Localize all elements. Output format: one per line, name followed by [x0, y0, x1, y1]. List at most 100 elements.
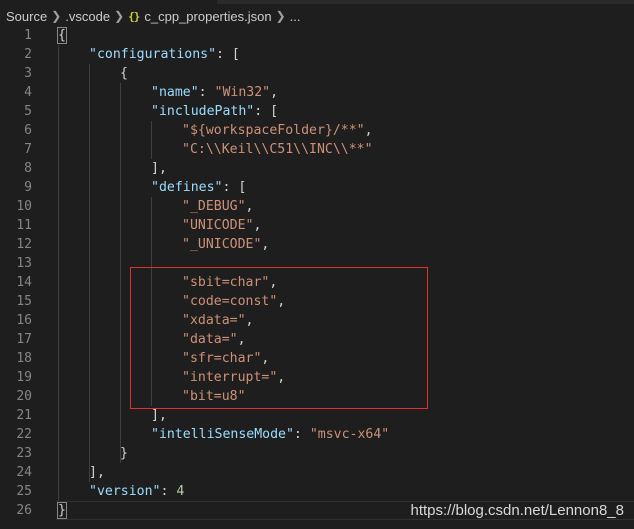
line-code: { — [57, 26, 67, 45]
json-string: "sfr=char" — [182, 351, 262, 366]
json-punctuation: , — [364, 123, 373, 138]
json-punctuation: : — [160, 484, 177, 499]
json-punctuation: : [ — [216, 47, 240, 62]
json-punctuation: , — [277, 370, 286, 385]
json-string: "code=const" — [182, 294, 278, 309]
line-code: "version": 4 — [89, 482, 184, 501]
json-punctuation: , — [261, 237, 270, 252]
json-string: "xdata=" — [182, 313, 246, 328]
json-punctuation: { — [57, 27, 67, 44]
json-punctuation: : — [293, 427, 310, 442]
code-line: 14 "sbit=char", — [0, 273, 634, 292]
json-punctuation: : [ — [254, 104, 279, 119]
line-code: "sbit=char", — [182, 273, 277, 292]
line-code: "xdata=", — [182, 311, 253, 330]
line-number: 23 — [16, 446, 32, 461]
json-number: 4 — [176, 484, 185, 499]
line-number: 22 — [16, 427, 32, 442]
code-line: 11 "UNICODE", — [0, 216, 634, 235]
json-string: "_UNICODE" — [182, 237, 262, 252]
json-key: "configurations" — [89, 47, 217, 62]
json-punctuation: , — [270, 85, 279, 100]
code-line: 12 "_UNICODE", — [0, 235, 634, 254]
line-number: 12 — [16, 237, 32, 252]
line-code: } — [57, 501, 67, 520]
code-line: 19 "interrupt=", — [0, 368, 634, 387]
code-line: 15 "code=const", — [0, 292, 634, 311]
line-number: 13 — [16, 256, 32, 271]
line-number: 25 — [16, 484, 32, 499]
chevron-right-icon: ❯ — [275, 9, 286, 23]
json-string: "${workspaceFolder}/**" — [182, 123, 365, 138]
json-punctuation: ], — [89, 465, 105, 480]
line-number: 19 — [16, 370, 32, 385]
breadcrumb-item-source[interactable]: Source — [6, 9, 47, 24]
line-number: 3 — [24, 66, 32, 81]
json-punctuation: , — [269, 275, 278, 290]
json-punctuation: : [ — [222, 180, 247, 195]
line-code: "name": "Win32", — [151, 83, 278, 102]
line-code: "includePath": [ — [151, 102, 278, 121]
code-line: 6 "${workspaceFolder}/**", — [0, 121, 634, 140]
line-number: 20 — [16, 389, 32, 404]
code-line: 21], — [0, 406, 634, 425]
code-line: 10 "_DEBUG", — [0, 197, 634, 216]
code-line: 16 "xdata=", — [0, 311, 634, 330]
line-code: "bit=u8" — [182, 387, 246, 406]
line-number: 17 — [16, 332, 32, 347]
json-string: "C:\\Keil\\C51\\INC\\**" — [182, 142, 373, 157]
code-line: 4 "name": "Win32", — [0, 83, 634, 102]
line-number: 6 — [24, 123, 32, 138]
json-punctuation: } — [57, 502, 67, 519]
watermark: https://blog.csdn.net/Lennon8_8 — [410, 502, 624, 519]
line-code: ], — [151, 406, 167, 425]
json-string: "Win32" — [214, 85, 271, 100]
json-string: "interrupt=" — [182, 370, 278, 385]
json-string: "data=" — [182, 332, 238, 347]
breadcrumb-item-vscode[interactable]: .vscode — [65, 9, 110, 24]
line-code: "defines": [ — [151, 178, 246, 197]
json-string: "bit=u8" — [182, 389, 246, 404]
json-punctuation: , — [245, 313, 254, 328]
line-code: "${workspaceFolder}/**", — [182, 121, 373, 140]
line-number: 7 — [24, 142, 32, 157]
line-code: "interrupt=", — [182, 368, 285, 387]
code-line: 22 "intelliSenseMode": "msvc-x64" — [0, 425, 634, 444]
chevron-right-icon: ❯ — [114, 9, 125, 23]
code-line: 1{ — [0, 26, 634, 45]
line-code: "_UNICODE", — [182, 235, 269, 254]
json-key: "version" — [89, 484, 161, 499]
line-code: ], — [151, 159, 167, 178]
line-code: "C:\\Keil\\C51\\INC\\**" — [182, 140, 373, 159]
json-key: "name" — [151, 85, 199, 100]
code-line: 13 — [0, 254, 634, 273]
code-line: 23} — [0, 444, 634, 463]
json-punctuation: , — [237, 332, 246, 347]
line-number: 9 — [24, 180, 32, 195]
line-code: "_DEBUG", — [182, 197, 253, 216]
breadcrumb-item-symbols[interactable]: ... — [290, 9, 301, 24]
code-line: 7 "C:\\Keil\\C51\\INC\\**" — [0, 140, 634, 159]
line-number: 1 — [24, 28, 32, 43]
code-editor[interactable]: 1{2 "configurations": [3{4 "name": "Win32"… — [0, 26, 634, 529]
line-code: "code=const", — [182, 292, 285, 311]
json-string: "sbit=char" — [182, 275, 270, 290]
line-number: 16 — [16, 313, 32, 328]
json-punctuation: : — [198, 85, 215, 100]
json-punctuation: ], — [151, 408, 167, 423]
code-line: 8], — [0, 159, 634, 178]
json-key: "includePath" — [151, 104, 255, 119]
line-number: 26 — [16, 503, 32, 518]
json-key: "intelliSenseMode" — [151, 427, 294, 442]
line-number: 2 — [24, 47, 32, 62]
breadcrumb-item-file[interactable]: c_cpp_properties.json — [144, 9, 271, 24]
chevron-right-icon: ❯ — [51, 9, 62, 23]
line-code: "UNICODE", — [182, 216, 261, 235]
line-number: 8 — [24, 161, 32, 176]
line-number: 21 — [16, 408, 32, 423]
code-line: 3{ — [0, 64, 634, 83]
code-line: 24], — [0, 463, 634, 482]
code-line: 9 "defines": [ — [0, 178, 634, 197]
editor-tab-bar-strip — [217, 0, 634, 4]
json-string: "msvc-x64" — [309, 427, 390, 442]
